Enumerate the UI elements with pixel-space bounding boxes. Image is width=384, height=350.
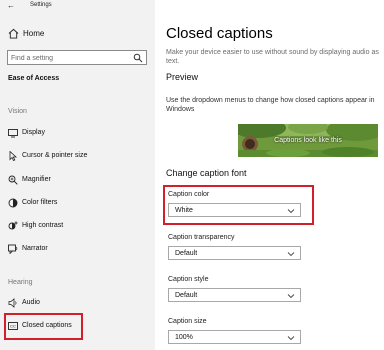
- cursor-icon: [9, 151, 18, 161]
- search-box[interactable]: [7, 50, 147, 65]
- sidebar-item-cursor-pointer-size[interactable]: Cursor & pointer size: [8, 150, 148, 164]
- page-title: Closed captions: [166, 25, 273, 42]
- main-panel: Closed captions Make your device easier …: [155, 0, 384, 350]
- sidebar-item-label: Color filters: [22, 199, 58, 206]
- group-label-hearing: Hearing: [8, 279, 33, 286]
- highlight-box-closed-captions: [4, 313, 83, 340]
- sidebar-item-label: Narrator: [22, 245, 48, 252]
- caption-transparency-dropdown[interactable]: Default: [168, 246, 301, 260]
- dropdown-value: Default: [175, 250, 198, 257]
- sidebar-item-label: Audio: [22, 299, 40, 306]
- high-contrast-icon: [8, 221, 18, 230]
- sidebar-item-magnifier[interactable]: Magnifier: [8, 174, 148, 188]
- display-icon: [8, 129, 18, 138]
- home-label: Home: [23, 29, 45, 38]
- narrator-icon: [8, 244, 18, 254]
- sidebar-item-narrator[interactable]: Narrator: [8, 243, 148, 257]
- caption-size-dropdown[interactable]: 100%: [168, 330, 301, 344]
- sidebar-item-display[interactable]: Display: [8, 127, 148, 141]
- title-bar: ← Settings: [0, 0, 155, 12]
- sidebar-item-audio[interactable]: Audio: [8, 297, 148, 311]
- sidebar-item-color-filters[interactable]: Color filters: [8, 197, 148, 211]
- chevron-down-icon: [287, 294, 295, 299]
- page-description: Make your device easier to use without s…: [166, 49, 379, 65]
- preview-description: Use the dropdown menus to change how clo…: [166, 97, 375, 113]
- sidebar-item-label: Magnifier: [22, 176, 51, 183]
- caption-size-label: Caption size: [168, 318, 207, 325]
- search-icon[interactable]: [133, 53, 143, 63]
- caption-style-dropdown[interactable]: Default: [168, 288, 301, 302]
- sidebar-item-label: High contrast: [22, 222, 64, 229]
- window-title: Settings: [30, 2, 52, 8]
- caption-style-label: Caption style: [168, 276, 209, 283]
- caption-transparency-label: Caption transparency: [168, 234, 235, 241]
- home-nav-item[interactable]: Home: [8, 27, 148, 43]
- sidebar: ← Settings Home Ease of Access Vision Di…: [0, 0, 155, 350]
- preview-heading: Preview: [166, 72, 199, 82]
- dropdown-value: 100%: [175, 334, 193, 341]
- search-input[interactable]: [11, 53, 126, 63]
- caption-preview-image: Captions look like this: [238, 124, 378, 157]
- chevron-down-icon: [287, 252, 295, 257]
- sidebar-item-high-contrast[interactable]: High contrast: [8, 220, 148, 234]
- group-label-vision: Vision: [8, 108, 27, 115]
- sidebar-item-label: Display: [22, 129, 45, 136]
- chevron-down-icon: [287, 336, 295, 341]
- sidebar-item-label: Cursor & pointer size: [22, 152, 88, 159]
- dropdown-value: Default: [175, 292, 198, 299]
- section-title: Ease of Access: [8, 75, 60, 82]
- highlight-box-caption-color: [163, 185, 314, 225]
- home-icon: [8, 28, 19, 39]
- audio-icon: [8, 298, 17, 308]
- magnifier-icon: [8, 175, 18, 185]
- back-arrow-icon[interactable]: ←: [7, 1, 15, 10]
- change-caption-font-heading: Change caption font: [166, 168, 247, 178]
- color-filters-icon: [8, 198, 18, 208]
- preview-caption-text: Captions look like this: [274, 137, 342, 144]
